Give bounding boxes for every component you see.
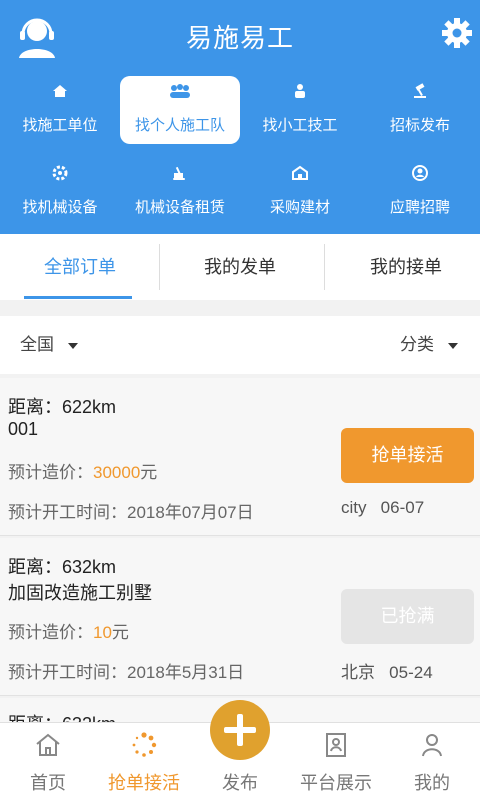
order-start-row: 预计开工时间：2018年07月07日 [8, 498, 254, 523]
nav-label: 我的 [414, 773, 450, 793]
tab-divider [324, 244, 325, 290]
nav-label: 首页 [30, 773, 66, 793]
gavel-icon [414, 83, 426, 98]
order-card[interactable]: 距离：622km 001 预计造价：30000元 预计开工时间：2018年07月… [0, 378, 480, 536]
start-label: 预计开工时间： [8, 663, 127, 682]
order-date: 06-07 [380, 498, 425, 517]
order-location-date: city 06-07 [341, 498, 424, 518]
category-machinery[interactable]: 找机械设备 [0, 158, 120, 226]
group-icon [170, 84, 190, 98]
category-construction-unit[interactable]: 找施工单位 [0, 76, 120, 144]
order-date: 05-24 [389, 663, 433, 682]
order-name: 加固改造施工别墅 [8, 583, 152, 603]
building-material-icon [292, 165, 308, 180]
worker-icon [295, 84, 305, 98]
user-icon [422, 734, 442, 757]
region-label: 全国 [20, 335, 54, 354]
category-tender[interactable]: 招标发布 [360, 76, 480, 144]
order-tabs: 全部订单 我的发单 我的接单 [0, 234, 480, 300]
person-circle-icon [412, 165, 428, 181]
home-icon [36, 733, 60, 756]
tab-divider [159, 244, 160, 290]
category-label: 找机械设备 [22, 199, 98, 216]
price-value: 30000 [93, 463, 141, 482]
nav-home[interactable]: 首页 [0, 723, 96, 800]
category-machinery-rental[interactable]: 机械设备租赁 [120, 158, 240, 226]
order-location: 北京 [341, 663, 375, 682]
nav-mine[interactable]: 我的 [384, 723, 480, 800]
gear-tool-icon [52, 165, 68, 181]
price-unit: 元 [111, 623, 129, 642]
category-label: 找个人施工队 [134, 117, 225, 134]
category-label: 找小工技工 [262, 117, 338, 134]
start-label: 预计开工时间： [8, 503, 127, 522]
price-label: 预计造价： [8, 463, 93, 482]
price-unit: 元 [140, 463, 158, 482]
loading-dots-icon [132, 732, 157, 757]
nav-platform-showcase[interactable]: 平台展示 [288, 723, 384, 800]
order-start-row: 预计开工时间：2018年5月31日 [8, 658, 244, 683]
category-label: 机械设备租赁 [134, 199, 225, 216]
excavator-icon [173, 166, 185, 180]
region-dropdown[interactable]: 全国 [20, 316, 78, 374]
order-price-row: 预计造价：30000元 [8, 458, 157, 483]
caret-down-icon [68, 342, 78, 349]
category-label: 分类 [400, 335, 434, 354]
category-label: 找施工单位 [22, 117, 98, 134]
tab-all-orders[interactable]: 全部订单 [0, 234, 160, 300]
category-dropdown[interactable]: 分类 [400, 316, 458, 374]
order-card[interactable]: 距离：632km 加固改造施工别墅 预计造价：10元 预计开工时间：2018年5… [0, 538, 480, 696]
order-location-date: 北京 05-24 [341, 658, 433, 683]
nav-label: 平台展示 [300, 773, 372, 793]
app-header: 易施易工 找施工单位 找个人施工队 找小工技工 招标发布 找机械设备 机械设备租… [0, 0, 480, 234]
order-distance: 距离：632km [8, 710, 116, 722]
nav-grab-orders[interactable]: 抢单接活 [96, 723, 192, 800]
nav-label: 发布 [222, 773, 258, 793]
category-label: 应聘招聘 [389, 199, 450, 216]
filter-bar: 全国 分类 [0, 316, 480, 374]
tab-my-posted[interactable]: 我的发单 [160, 234, 320, 300]
start-date: 2018年5月31日 [127, 663, 245, 682]
price-label: 预计造价： [8, 623, 93, 642]
order-distance: 距离：632km [8, 557, 117, 577]
order-price-row: 预计造价：10元 [8, 618, 129, 643]
category-recruitment[interactable]: 应聘招聘 [360, 158, 480, 226]
publish-fab[interactable] [210, 700, 270, 760]
order-full-button[interactable]: 已抢满 [341, 589, 474, 644]
house-icon [53, 85, 67, 97]
active-tab-indicator [24, 296, 132, 299]
plus-icon [224, 727, 256, 733]
nav-label: 抢单接活 [108, 773, 180, 793]
category-label: 采购建材 [269, 199, 330, 216]
grab-order-button[interactable]: 抢单接活 [341, 428, 474, 483]
start-date: 2018年07月07日 [127, 503, 254, 522]
gear-icon[interactable] [440, 16, 474, 50]
profile-card-icon [326, 733, 346, 757]
app-title: 易施易工 [185, 23, 294, 53]
order-distance: 距离：622km [8, 397, 117, 417]
order-location: city [341, 498, 367, 517]
tab-my-accepted[interactable]: 我的接单 [326, 234, 480, 300]
price-value: 10 [93, 623, 112, 642]
category-building-materials[interactable]: 采购建材 [240, 158, 360, 226]
category-workers[interactable]: 找小工技工 [240, 76, 360, 144]
category-label: 招标发布 [389, 117, 450, 134]
category-personal-team[interactable]: 找个人施工队 [120, 76, 240, 144]
caret-down-icon [448, 342, 458, 349]
order-name: 001 [8, 419, 39, 439]
